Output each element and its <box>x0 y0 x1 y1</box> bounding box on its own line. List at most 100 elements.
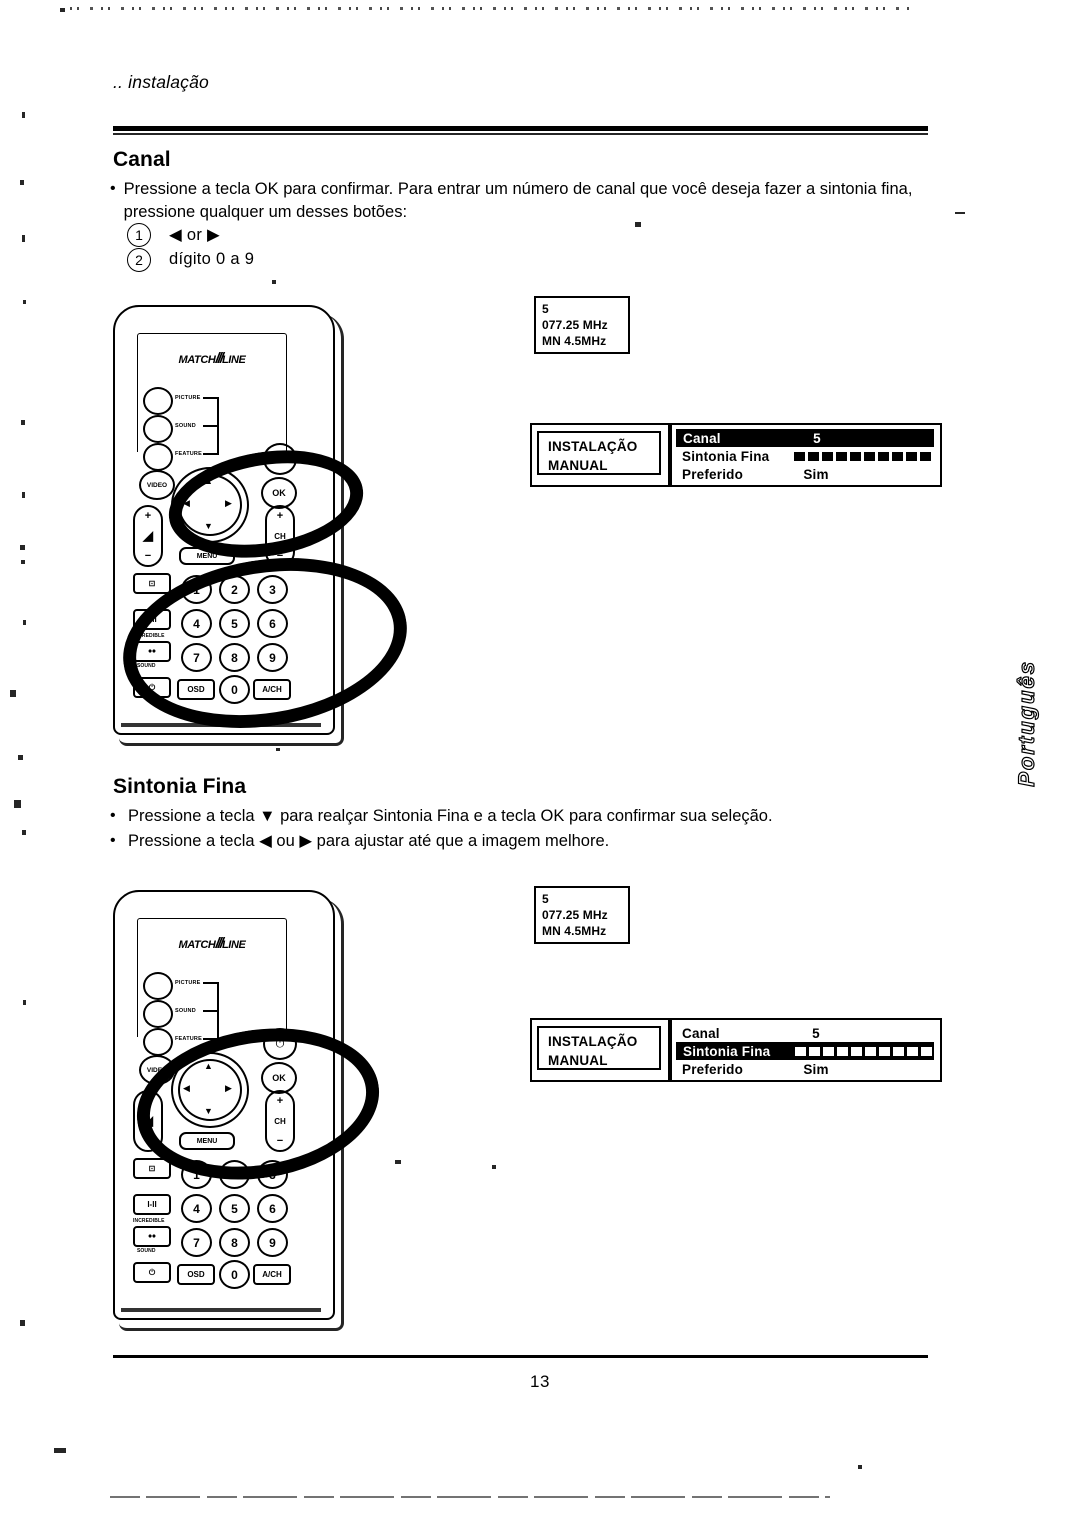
scan-speck <box>20 545 25 550</box>
sound-label: SOUND <box>175 1008 196 1014</box>
scan-speck <box>21 560 25 564</box>
scan-artifact-top-edge <box>70 7 910 10</box>
menu-value-preferido: Sim <box>803 466 829 482</box>
numbered-item: 1 ◀ or ▶ <box>127 222 254 247</box>
footer-rule <box>113 1355 928 1358</box>
osd-title-line1: INSTALAÇÃO <box>548 1034 638 1049</box>
osd-menu-box-1: Canal 5 Sintonia Fina Preferido Sim <box>670 423 942 487</box>
menu-row-canal[interactable]: Canal 5 <box>672 1024 940 1042</box>
circled-number-2: 2 <box>127 247 151 272</box>
menu-label-canal: Canal <box>683 430 721 446</box>
feature-button[interactable] <box>143 443 173 471</box>
section-heading-canal: Canal <box>113 148 171 171</box>
feature-label: FEATURE <box>175 451 202 457</box>
scan-speck <box>20 1320 25 1326</box>
scan-speck <box>23 300 26 304</box>
i-ii-button[interactable]: I-II <box>133 1194 171 1215</box>
bullet-marker: • <box>110 807 116 824</box>
key-4[interactable]: 4 <box>181 1194 212 1223</box>
volume-icon: ◢ <box>143 528 153 543</box>
bullet-text: Pressione a tecla ▼ para realçar Sintoni… <box>128 807 773 825</box>
page-number: 13 <box>530 1372 550 1391</box>
brand-suffix: LINE <box>221 939 246 951</box>
sound-button[interactable] <box>143 415 173 443</box>
scan-speck <box>272 280 276 284</box>
standby-button[interactable]: ⏻ <box>133 1262 171 1283</box>
numbered-list-canal: 1 ◀ or ▶ 2 dígito 0 a 9 <box>127 222 254 272</box>
subtitle-button[interactable]: ⊡ <box>133 573 171 594</box>
section-heading-sintonia-fina: Sintonia Fina <box>113 775 247 798</box>
scan-speck <box>23 1000 26 1005</box>
menu-row-preferido[interactable]: Preferido Sim <box>672 1060 940 1078</box>
key-7[interactable]: 7 <box>181 1228 212 1257</box>
bullet-sintonia-2: • Pressione a tecla ◀ ou ▶ para ajustar … <box>110 830 960 853</box>
header-rule <box>113 126 928 131</box>
osd-info-box-2: 5 077.25 MHz MN 4.5MHz <box>534 886 630 944</box>
connector-dash <box>203 397 217 399</box>
scan-speck <box>14 800 21 808</box>
scan-speck <box>492 1165 496 1169</box>
osd-frequency: 077.25 MHz <box>542 908 608 922</box>
osd-channel-number: 5 <box>542 302 549 316</box>
menu-label-sintonia-fina: Sintonia Fina <box>682 448 770 464</box>
key-8[interactable]: 8 <box>219 1228 250 1257</box>
menu-row-sintonia-fina[interactable]: Sintonia Fina <box>672 447 940 465</box>
menu-value-canal: 5 <box>812 1025 820 1041</box>
remote-brand-logo: MATCH///LINE <box>157 935 267 952</box>
ach-button[interactable]: A/CH <box>253 1264 291 1285</box>
connector-dash <box>203 982 217 984</box>
menu-bar-sintonia-fina <box>794 451 931 461</box>
key-6[interactable]: 6 <box>257 1194 288 1223</box>
brand-text: MATCH <box>178 354 216 366</box>
video-button[interactable]: VIDEO <box>139 470 175 500</box>
menu-row-canal[interactable]: Canal 5 <box>676 429 934 447</box>
osd-button[interactable]: OSD <box>177 1264 215 1285</box>
scan-speck <box>54 1448 66 1453</box>
connector-line <box>217 982 219 1040</box>
connector-dash <box>203 1010 217 1012</box>
feature-button[interactable] <box>143 1028 173 1056</box>
sound-label-small: SOUND <box>137 1248 156 1254</box>
bullet-sintonia-1: • Pressione a tecla ▼ para realçar Sinto… <box>110 805 960 828</box>
picture-button[interactable] <box>143 387 173 415</box>
menu-bar-sintonia-fina <box>795 1046 932 1056</box>
bullet-marker: • <box>110 180 116 197</box>
brand-suffix: LINE <box>221 354 246 366</box>
scan-speck <box>10 690 16 697</box>
scan-speck <box>60 8 65 12</box>
picture-label: PICTURE <box>175 980 201 986</box>
connector-dash <box>203 425 217 427</box>
key-5[interactable]: 5 <box>219 1194 250 1223</box>
numbered-item: 2 dígito 0 a 9 <box>127 247 254 272</box>
osd-menu-box-2: Canal 5 Sintonia Fina Preferido Sim <box>670 1018 942 1082</box>
menu-label-canal: Canal <box>682 1025 720 1041</box>
volume-rocker[interactable]: + ◢ − <box>133 505 163 567</box>
scan-speck <box>23 620 26 625</box>
sound-button[interactable] <box>143 1000 173 1028</box>
numbered-item-text: dígito 0 a 9 <box>169 250 255 268</box>
volume-plus-label: + <box>144 510 152 522</box>
osd-channel-number: 5 <box>542 892 549 906</box>
menu-label-preferido: Preferido <box>682 466 744 482</box>
key-9[interactable]: 9 <box>257 1228 288 1257</box>
picture-label: PICTURE <box>175 395 201 401</box>
incredible-sound-button[interactable]: ꔷꔷ <box>133 1226 171 1247</box>
brand-text: MATCH <box>178 939 216 951</box>
picture-button[interactable] <box>143 972 173 1000</box>
remote-base-line <box>121 1308 321 1312</box>
scan-artifact-bottom-edge <box>110 1496 830 1498</box>
menu-value-preferido: Sim <box>803 1061 829 1077</box>
bullet-text: Pressione a tecla ◀ ou ▶ para ajustar at… <box>128 832 610 850</box>
menu-row-preferido[interactable]: Preferido Sim <box>672 465 940 483</box>
language-side-tab: Português <box>1013 659 1039 787</box>
circled-number-1: 1 <box>127 222 151 247</box>
connector-dash <box>203 453 217 455</box>
osd-title-inner: INSTALAÇÃO MANUAL <box>537 431 661 475</box>
feature-label: FEATURE <box>175 1036 202 1042</box>
scan-speck <box>276 748 280 751</box>
menu-row-sintonia-fina[interactable]: Sintonia Fina <box>676 1042 934 1060</box>
osd-frequency: 077.25 MHz <box>542 318 608 332</box>
volume-minus-label: − <box>144 550 152 562</box>
key-0[interactable]: 0 <box>219 1260 250 1289</box>
menu-label-preferido: Preferido <box>682 1061 744 1077</box>
